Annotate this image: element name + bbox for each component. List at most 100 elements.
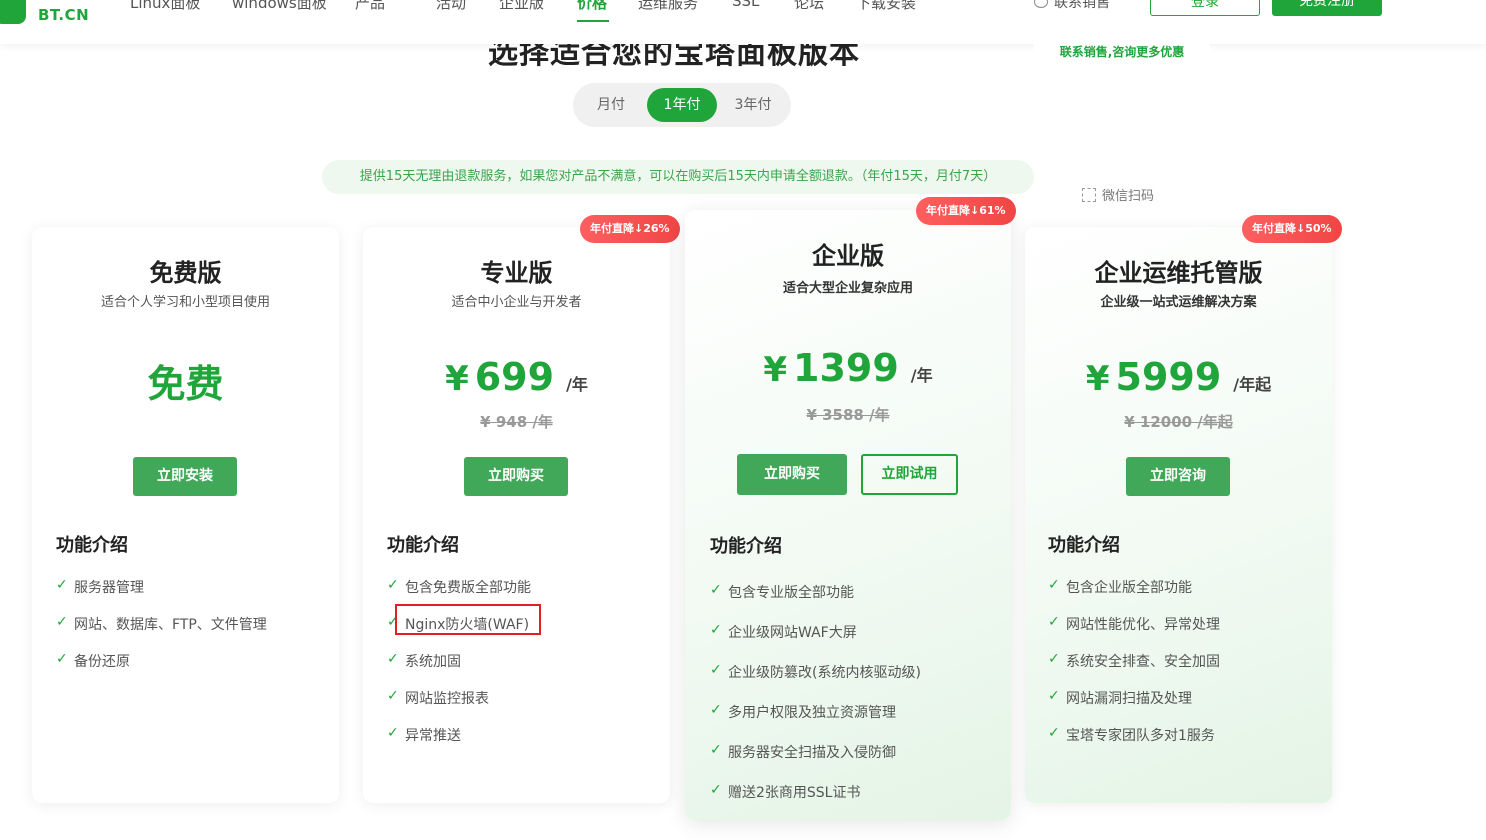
feature-list: ✓ 服务器管理 ✓ 网站、数据库、FTP、文件管理 ✓ 备份还原 — [56, 577, 267, 671]
check-icon: ✓ — [1048, 651, 1060, 667]
currency-symbol: ¥ — [1085, 359, 1110, 399]
check-icon: ✓ — [56, 651, 68, 667]
plan-price: 1399 — [793, 346, 899, 390]
billing-period-toggle: 月付 1年付 3年付 — [573, 83, 791, 127]
feature-list: ✓ 包含企业版全部功能 ✓ 网站性能优化、异常处理 ✓ 系统安全排查、安全加固 ✓ 网站… — [1048, 577, 1220, 745]
price-unit: /年起 — [1233, 375, 1272, 394]
plan-subtitle: 适合中小企业与开发者 — [451, 295, 582, 310]
register-button[interactable]: 免费注册 — [1272, 0, 1382, 16]
list-item: ✓ 服务器管理 — [56, 577, 267, 597]
list-item: ✓ 网站监控报表 — [387, 688, 531, 708]
check-icon: ✓ — [387, 688, 399, 704]
list-item: ✓ 网站、数据库、FTP、文件管理 — [56, 614, 267, 634]
check-icon: ✓ — [56, 577, 68, 593]
feature-text: 宝塔专家团队多对1服务 — [1066, 728, 1215, 744]
nav-item-ops-service[interactable]: 运维服务 — [638, 0, 698, 13]
features-title: 功能介绍 — [387, 535, 459, 556]
wechat-scan-link[interactable]: 微信扫码 — [1082, 185, 1154, 204]
plan-title: 免费版 — [149, 259, 222, 287]
plan-subtitle: 企业级一站式运维解决方案 — [1100, 295, 1257, 310]
contact-sales-label: 联系销售 — [1054, 0, 1110, 11]
check-icon: ✓ — [387, 651, 399, 667]
nav-item-linux[interactable]: Linux面板 — [130, 0, 200, 13]
waf-highlight-box — [395, 604, 541, 635]
original-price: ¥ 948 /年 — [480, 413, 553, 431]
feature-text: 服务器安全扫描及入侵防御 — [728, 745, 896, 761]
list-item: ✓ 企业级网站WAF大屏 — [710, 622, 921, 642]
feature-text: 系统加固 — [405, 654, 461, 670]
buy-now-button[interactable]: 立即购买 — [737, 454, 847, 495]
nav-item-ssl[interactable]: SSL — [732, 0, 759, 10]
features-title: 功能介绍 — [710, 536, 782, 557]
plan-title: 企业运维托管版 — [1094, 259, 1263, 287]
check-icon: ✓ — [710, 622, 722, 638]
top-nav: BT.CN Linux面板 windows面板 产品 活动 企业版 价格 运维服… — [0, 0, 1486, 44]
nav-item-download[interactable]: 下载安装 — [856, 0, 916, 13]
check-icon: ✓ — [387, 577, 399, 593]
buy-now-button[interactable]: 立即购买 — [464, 457, 568, 496]
check-icon: ✓ — [710, 662, 722, 678]
nav-item-events[interactable]: 活动 — [436, 0, 466, 13]
list-item: ✓ 系统安全排查、安全加固 — [1048, 651, 1220, 671]
feature-text: 企业级防篡改(系统内核驱动级) — [728, 665, 921, 681]
original-price: ¥ 3588 /年 — [806, 406, 890, 424]
check-icon: ✓ — [710, 782, 722, 798]
feature-text: 赠送2张商用SSL证书 — [728, 785, 861, 801]
nav-active-underline — [577, 20, 609, 22]
refund-notice: 提供15天无理由退款服务，如果您对产品不满意，可以在购买后15天内申请全额退款。… — [322, 160, 1034, 194]
plan-title: 专业版 — [480, 259, 553, 287]
check-icon: ✓ — [710, 582, 722, 598]
nav-item-forum[interactable]: 论坛 — [794, 0, 824, 13]
period-monthly[interactable]: 月付 — [579, 88, 643, 122]
nav-item-pricing[interactable]: 价格 — [577, 0, 607, 13]
nav-item-windows[interactable]: windows面板 — [232, 0, 327, 13]
bt-logo-icon[interactable] — [0, 0, 26, 24]
contact-sales-link[interactable]: 联系销售 — [1034, 0, 1110, 12]
list-item: ✓ 宝塔专家团队多对1服务 — [1048, 725, 1220, 745]
plan-card-free: 免费版 适合个人学习和小型项目使用 免费 立即安装 功能介绍 ✓ 服务器管理 ✓ 网… — [32, 227, 339, 803]
install-now-button[interactable]: 立即安装 — [133, 457, 237, 496]
price-unit: /年 — [566, 375, 588, 394]
plan-card-enterprise: 企业版 适合大型企业复杂应用 ¥1399/年 ¥ 3588 /年 立即购买 立即… — [685, 210, 1011, 820]
free-trial-button[interactable]: 立即试用 — [861, 454, 958, 495]
period-3-years[interactable]: 3年付 — [721, 88, 785, 122]
discount-badge-pro: 年付直降↓26% — [580, 215, 680, 243]
list-item: ✓ 赠送2张商用SSL证书 — [710, 782, 921, 802]
list-item: ✓ 网站漏洞扫描及处理 — [1048, 688, 1220, 708]
plan-card-managed-ops: 企业运维托管版 企业级一站式运维解决方案 ¥5999/年起 ¥ 12000 /年… — [1025, 227, 1332, 803]
list-item: ✓ 备份还原 — [56, 651, 267, 671]
plan-title: 企业版 — [812, 242, 884, 270]
list-item: ✓ 多用户权限及独立资源管理 — [710, 702, 921, 722]
feature-text: 包含免费版全部功能 — [405, 580, 531, 596]
feature-text: 备份还原 — [74, 654, 130, 670]
logo-text[interactable]: BT.CN — [38, 6, 89, 24]
sales-popup-text: 联系销售,咨询更多优惠 — [1059, 45, 1185, 59]
consult-now-button[interactable]: 立即咨询 — [1126, 457, 1230, 496]
feature-text: 包含企业版全部功能 — [1066, 580, 1192, 596]
discount-badge-managed-ops: 年付直降↓50% — [1242, 215, 1342, 243]
original-price: ¥ 12000 /年起 — [1124, 413, 1233, 431]
check-icon: ✓ — [1048, 577, 1060, 593]
check-icon: ✓ — [1048, 725, 1060, 741]
sales-popup[interactable]: 联系销售,咨询更多优惠 — [1034, 40, 1210, 80]
list-item: ✓ 包含免费版全部功能 — [387, 577, 531, 597]
login-button[interactable]: 登录 — [1150, 0, 1260, 16]
list-item: ✓ 异常推送 — [387, 725, 531, 745]
feature-text: 网站监控报表 — [405, 691, 489, 707]
qr-scan-icon — [1082, 188, 1096, 202]
nav-item-enterprise[interactable]: 企业版 — [499, 0, 544, 13]
feature-text: 服务器管理 — [74, 580, 144, 596]
nav-item-products[interactable]: 产品 — [355, 0, 385, 13]
feature-text: 包含专业版全部功能 — [728, 585, 854, 601]
plan-price: 5999 — [1115, 355, 1222, 399]
feature-text: 系统安全排查、安全加固 — [1066, 654, 1220, 670]
plan-card-pro: 专业版 适合中小企业与开发者 ¥699/年 ¥ 948 /年 立即购买 功能介绍… — [363, 227, 670, 803]
list-item: ✓ 网站性能优化、异常处理 — [1048, 614, 1220, 634]
list-item: ✓ 企业级防篡改(系统内核驱动级) — [710, 662, 921, 682]
period-yearly[interactable]: 1年付 — [647, 88, 717, 122]
feature-text: 企业级网站WAF大屏 — [728, 625, 857, 641]
discount-badge-enterprise: 年付直降↓61% — [916, 197, 1016, 225]
feature-text: 网站、数据库、FTP、文件管理 — [74, 617, 267, 633]
plan-subtitle: 适合大型企业复杂应用 — [782, 281, 913, 296]
plan-subtitle: 适合个人学习和小型项目使用 — [100, 295, 270, 310]
